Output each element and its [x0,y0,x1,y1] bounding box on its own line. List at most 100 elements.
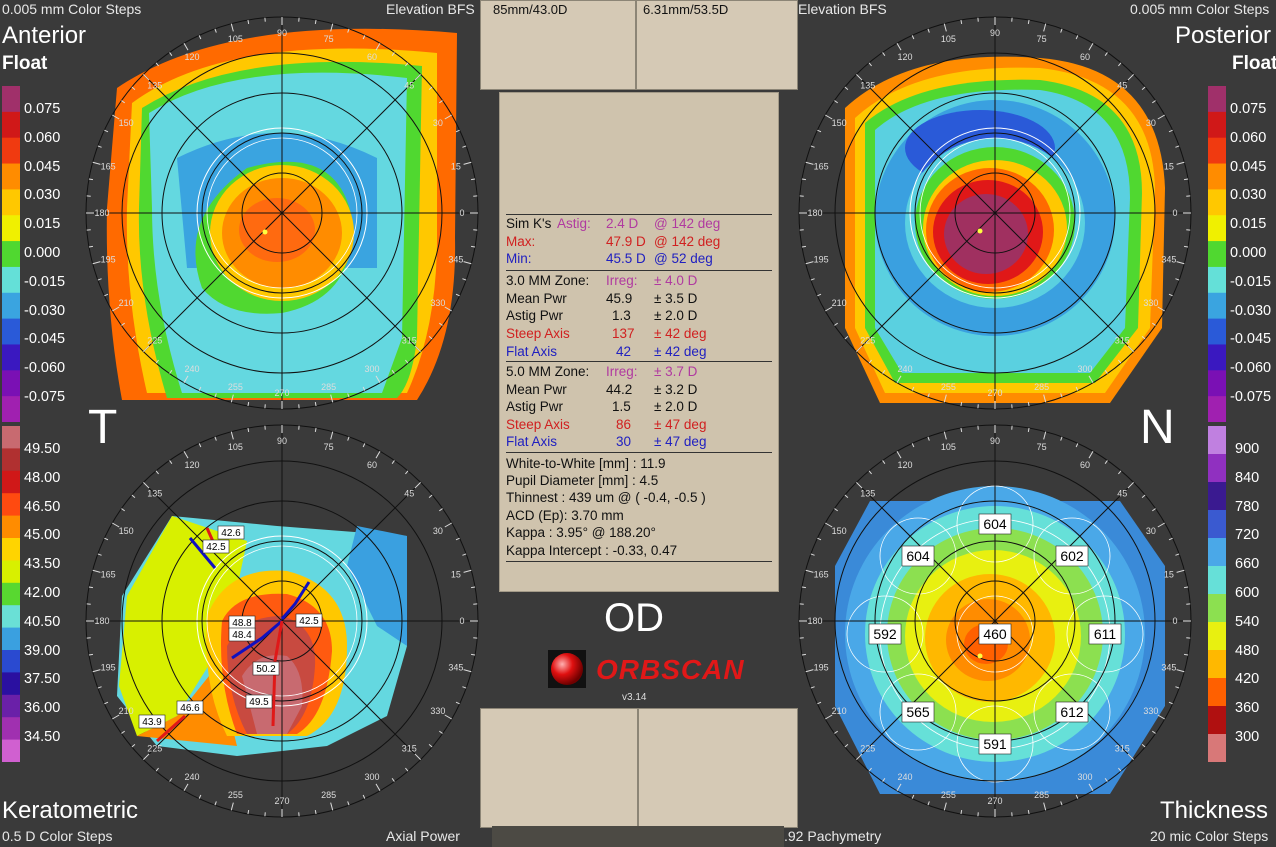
map-tick [817,129,822,133]
float-left-label: Float [2,53,48,74]
scale-label-thickness: 360 [1235,700,1260,717]
colorbar-swatch [1208,396,1226,422]
anterior-float-map[interactable]: 105 90 75 120 60 135 45 150 30 165 15 180 0 195 345 210… [77,8,487,418]
zone5-mean-pm: ± 3.2 D [654,382,698,397]
degree-tick-label: 15 [451,161,461,171]
colorbar-swatch [2,396,20,422]
map-tick [247,427,250,433]
degree-tick-label: 105 [228,442,243,452]
orbscan-brand: ORBSCAN [596,654,745,685]
degree-tick-label: 240 [184,364,199,374]
bottom-right-tab[interactable] [638,708,798,828]
map-tick [444,522,452,528]
degree-tick-label: 180 [807,208,822,218]
scale-label-float_right: -0.045 [1230,331,1272,348]
thinnest-row: Thinnest : 439 um @ ( -0.4, -0.5 ) [506,490,706,505]
zone5-astig-pm: ± 2.0 D [654,399,698,414]
map-tick [314,809,317,815]
map-tick [143,753,150,760]
degree-tick-label: 345 [1161,255,1176,265]
top-left-tab[interactable]: 85mm/43.0D [480,0,636,90]
scale-label-float_left: -0.075 [24,389,66,405]
map-tick [183,451,189,459]
apex-marker [977,228,983,234]
degree-tick-label: 330 [430,706,445,716]
map-tick [1075,794,1079,799]
degree-tick-label: 330 [1143,706,1158,716]
map-tick [1151,100,1156,104]
map-tick [405,470,409,475]
max-axis: @ 142 deg [654,234,721,249]
map-tick [801,653,807,656]
zone5-steep-pm: ± 47 deg [654,417,707,432]
degree-tick-label: 135 [147,81,162,91]
map-tick [844,494,849,498]
map-tick [391,460,395,465]
keratometric-map[interactable]: 105 90 75 120 60 135 45 150 30 165 15 180 0 195 345 210… [77,416,487,826]
map-tick [1027,809,1030,815]
colorbar-swatch [2,470,20,494]
astig-value: 2.4 D [606,216,639,231]
colorbar-swatch [2,86,20,113]
colorbar-swatch [2,318,20,346]
map-tick [1075,443,1079,448]
apex-marker [977,653,983,659]
colorbar-swatch [2,241,20,268]
bottom-left-tab[interactable] [480,708,638,828]
map-tick [943,802,947,811]
map-tick [198,443,202,448]
degree-tick-label: 180 [807,616,822,626]
map-tick [1088,451,1094,459]
separator [506,214,772,215]
map-tick [131,494,136,498]
map-tick [817,701,822,705]
stats-panel: Sim K's Astig: 2.4 D @ 142 deg Max: 47.9… [499,92,779,592]
map-tick [1060,28,1063,33]
colorbar-swatch [2,189,20,216]
degree-tick-label: 15 [1164,569,1174,579]
kerato-value-label: 43.9 [142,717,162,728]
br-color-steps: 20 mic Color Steps [1150,828,1269,844]
degree-tick-label: 45 [1117,489,1127,499]
map-tick [92,261,101,265]
colorbar-swatch [2,344,20,371]
colorbar-swatch [2,650,20,673]
degree-tick-label: 90 [277,436,287,446]
map-tick [155,62,159,67]
bl-map-type: Axial Power [386,828,460,844]
kerato-value-label: 49.5 [249,697,269,708]
map-tick [463,569,472,573]
map-tick [362,443,366,448]
degree-tick-label: 315 [402,335,417,345]
map-tick [198,794,202,799]
map-tick [1104,460,1108,465]
map-tick [92,569,101,573]
top-left-tab-text: 85mm/43.0D [493,2,568,17]
degree-tick-label: 105 [228,34,243,44]
bl-color-steps: 0.5 D Color Steps [2,828,113,844]
scale-label-float_right: 0.030 [1230,187,1267,204]
map-tick [104,701,109,705]
map-tick [347,801,350,806]
degree-tick-label: 255 [228,790,243,800]
map-tick [455,701,460,705]
map-tick [470,245,476,248]
map-tick [414,482,421,489]
degree-tick-label: 300 [1077,772,1092,782]
posterior-float-map[interactable]: 105 90 75 120 60 135 45 150 30 165 15 180 0 195 345 210… [790,8,1200,418]
map-tick [455,293,460,297]
top-right-tab[interactable]: 6.31mm/53.5D [636,0,798,90]
scale-label-float_right: 0.015 [1230,216,1267,233]
map-tick [834,322,839,326]
map-tick [1043,23,1047,32]
map-tick [1043,802,1047,811]
degree-tick-label: 315 [1115,743,1130,753]
degree-tick-label: 240 [184,772,199,782]
degree-tick-label: 75 [1037,34,1047,44]
degree-tick-label: 105 [941,34,956,44]
thickness-map[interactable]: 105 90 75 120 60 135 45 150 30 165 15 180 0 195 345 210… [790,416,1200,826]
colorbar-swatch [1208,137,1226,165]
br-pachy-label: .92 Pachymetry [784,828,882,844]
degree-tick-label: 30 [1146,118,1156,128]
map-tick [1176,161,1185,165]
